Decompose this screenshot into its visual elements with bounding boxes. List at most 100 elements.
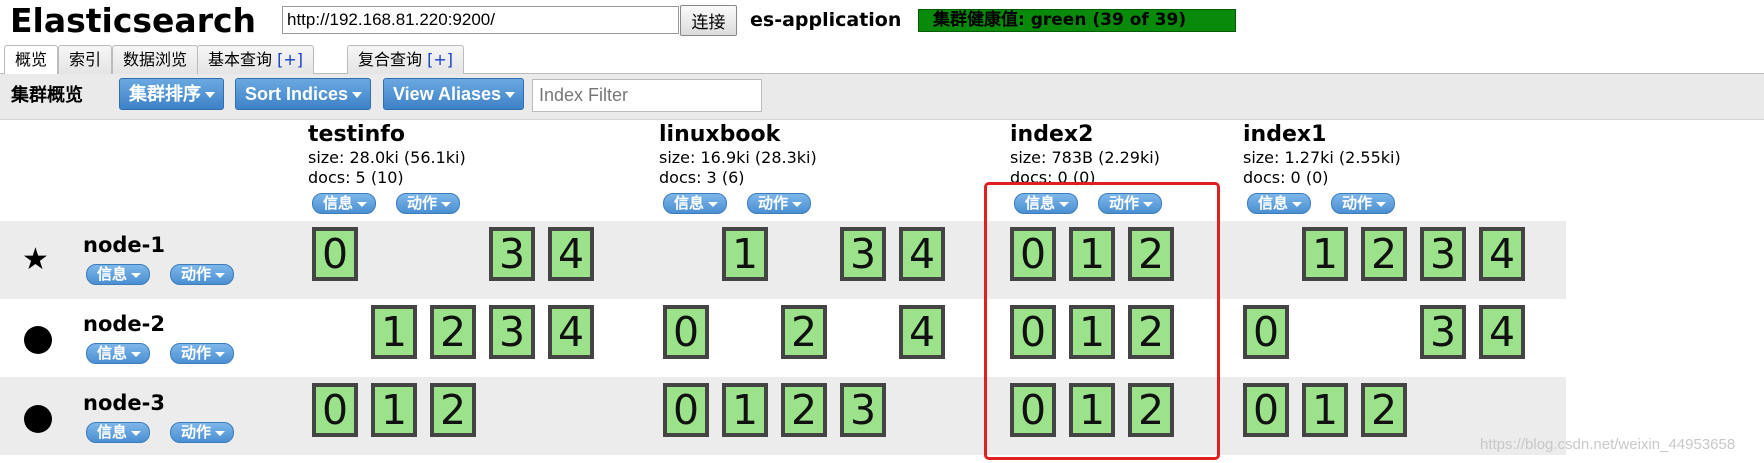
tab-browser[interactable]: 数据浏览 [112,45,199,74]
shard-2[interactable]: 2 [1361,227,1407,281]
index-header-index1: index1 size: 1.27ki (2.55ki) docs: 0 (0) [1243,122,1543,188]
caret-down-icon [708,202,719,207]
shard-4[interactable]: 4 [899,305,945,359]
shard-0[interactable]: 0 [663,383,709,437]
watermark: https://blog.csdn.net/weixin_44953658 [1480,436,1736,453]
shard-1[interactable]: 1 [371,305,417,359]
shard-3[interactable]: 3 [1420,305,1466,359]
shard-2[interactable]: 2 [1361,383,1407,437]
shard-1[interactable]: 1 [1069,227,1115,281]
shard-2[interactable]: 2 [781,383,827,437]
shard-4[interactable]: 4 [548,227,594,281]
shard-0[interactable]: 0 [1243,383,1289,437]
shard-0[interactable]: 0 [312,383,358,437]
shard-1[interactable]: 1 [1302,383,1348,437]
tab-label: 复合查询 [358,50,428,69]
index-info-button[interactable]: 信息 [1014,193,1079,214]
shard-0[interactable]: 0 [1010,305,1056,359]
overview-toolbar: 集群概览 集群排序 Sort Indices View Aliases [0,74,1764,120]
shard-1[interactable]: 1 [371,383,417,437]
button-label: 信息 [1258,194,1289,212]
sort-indices-button[interactable]: Sort Indices [235,78,372,110]
shard-2[interactable]: 2 [430,383,476,437]
index-action-button[interactable]: 动作 [747,193,812,214]
shard-0[interactable]: 0 [1243,305,1289,359]
shard-0[interactable]: 0 [1010,383,1056,437]
toolbar-title: 集群概览 [11,85,83,106]
node-action-button[interactable]: 动作 [170,422,235,443]
shard-4[interactable]: 4 [899,227,945,281]
shard-0[interactable]: 0 [312,227,358,281]
caret-down-icon [505,92,516,98]
shard-2[interactable]: 2 [781,305,827,359]
button-label: 信息 [97,344,128,362]
button-label: View Aliases [393,84,502,104]
index-info-button[interactable]: 信息 [1247,193,1312,214]
button-label: Sort Indices [245,84,349,104]
node-info-button[interactable]: 信息 [86,422,151,443]
button-label: 动作 [1342,194,1373,212]
connect-button[interactable]: 连接 [680,5,737,36]
shard-3[interactable]: 3 [840,383,886,437]
tab-indices[interactable]: 索引 [58,45,113,74]
index-action-button[interactable]: 动作 [1331,193,1396,214]
node-action-button[interactable]: 动作 [170,343,235,364]
shard-2[interactable]: 2 [1128,305,1174,359]
shard-4[interactable]: 4 [1479,305,1525,359]
shard-3[interactable]: 3 [1420,227,1466,281]
tab-basic-query[interactable]: 基本查询 [+] [197,45,314,74]
index-filter-input[interactable] [532,79,762,112]
shard-3[interactable]: 3 [840,227,886,281]
tab-compound-query[interactable]: 复合查询 [+] [347,45,464,74]
node-info-button[interactable]: 信息 [86,264,151,285]
shard-1[interactable]: 1 [722,383,768,437]
shard-3[interactable]: 3 [489,227,535,281]
index-size: size: 1.27ki (2.55ki) [1243,148,1401,167]
shard-2[interactable]: 2 [430,305,476,359]
caret-down-icon [792,202,803,207]
index-docs: docs: 3 (6) [659,168,745,187]
index-header-linuxbook: linuxbook size: 16.9ki (28.3ki) docs: 3 … [659,122,959,188]
caret-down-icon [215,352,226,357]
tab-plus: [+] [277,50,303,69]
app-title: Elasticsearch [10,1,257,40]
url-input[interactable] [282,6,679,34]
caret-down-icon [215,273,226,278]
caret-down-icon [1376,202,1387,207]
index-info-button[interactable]: 信息 [312,193,377,214]
shard-3[interactable]: 3 [489,305,535,359]
index-name: testinfo [308,122,405,147]
sort-cluster-button[interactable]: 集群排序 [119,78,224,110]
button-label: 动作 [407,194,438,212]
shard-1[interactable]: 1 [1302,227,1348,281]
caret-down-icon [1143,202,1154,207]
button-label: 动作 [181,265,212,283]
view-aliases-button[interactable]: View Aliases [383,78,525,110]
shard-2[interactable]: 2 [1128,383,1174,437]
shard-0[interactable]: 0 [1010,227,1056,281]
node-name: node-3 [83,391,165,415]
button-label: 信息 [1025,194,1056,212]
shard-4[interactable]: 4 [1479,227,1525,281]
index-action-button[interactable]: 动作 [1098,193,1163,214]
tab-overview[interactable]: 概览 [4,45,59,75]
index-info-button[interactable]: 信息 [663,193,728,214]
index-docs: docs: 0 (0) [1243,168,1329,187]
star-icon: ★ [22,242,49,277]
shard-0[interactable]: 0 [663,305,709,359]
index-action-button[interactable]: 动作 [396,193,461,214]
shard-2[interactable]: 2 [1128,227,1174,281]
node-name: node-2 [83,312,165,336]
index-size: size: 16.9ki (28.3ki) [659,148,817,167]
shard-1[interactable]: 1 [1069,305,1115,359]
tab-label: 概览 [15,50,48,69]
node-action-button[interactable]: 动作 [170,264,235,285]
button-label: 动作 [181,423,212,441]
shard-1[interactable]: 1 [722,227,768,281]
caret-down-icon [131,273,142,278]
cluster-health-badge: 集群健康值: green (39 of 39) [918,9,1236,32]
shard-1[interactable]: 1 [1069,383,1115,437]
node-info-button[interactable]: 信息 [86,343,151,364]
caret-down-icon [1059,202,1070,207]
shard-4[interactable]: 4 [548,305,594,359]
